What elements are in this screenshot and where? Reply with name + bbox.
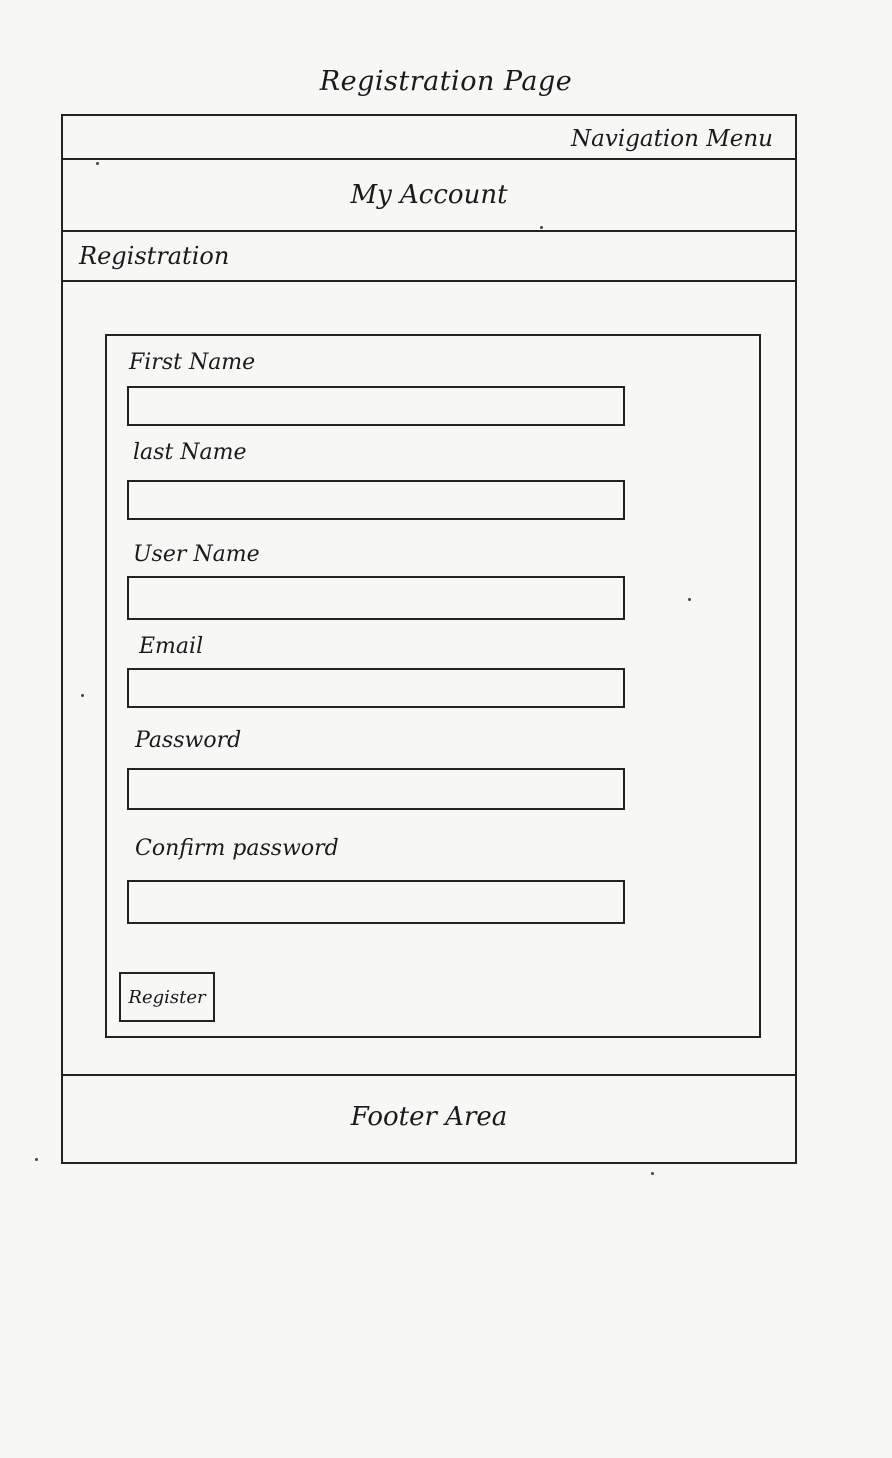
last-name-input[interactable] xyxy=(127,480,625,520)
navigation-bar: Navigation Menu xyxy=(63,114,795,158)
email-label: Email xyxy=(139,634,204,659)
register-button[interactable]: Register xyxy=(119,972,215,1022)
first-name-label: First Name xyxy=(129,350,256,375)
email-input[interactable] xyxy=(127,668,625,708)
confirm-password-label: Confirm password xyxy=(135,836,339,861)
last-name-label: last Name xyxy=(133,440,247,465)
paper-speck xyxy=(81,694,84,697)
user-name-input[interactable] xyxy=(127,576,625,620)
first-name-input[interactable] xyxy=(127,386,625,426)
navigation-menu[interactable]: Navigation Menu xyxy=(571,126,773,152)
account-title: My Account xyxy=(350,180,508,210)
registration-form: First Name last Name User Name Email Pas… xyxy=(105,334,761,1038)
wireframe-page: Navigation Menu My Account Registration … xyxy=(61,114,797,1164)
paper-speck xyxy=(651,1172,654,1175)
confirm-password-input[interactable] xyxy=(127,880,625,924)
paper-speck xyxy=(540,226,543,229)
page-title: Registration Page xyxy=(319,66,573,97)
user-name-label: User Name xyxy=(133,542,260,567)
account-header: My Account xyxy=(63,158,795,230)
paper-speck xyxy=(35,1158,38,1161)
section-title: Registration xyxy=(79,242,230,270)
password-input[interactable] xyxy=(127,768,625,810)
section-header: Registration xyxy=(63,230,795,280)
main-content: First Name last Name User Name Email Pas… xyxy=(63,280,795,1076)
password-label: Password xyxy=(135,728,242,753)
paper-speck xyxy=(96,162,99,165)
footer-area: Footer Area xyxy=(63,1074,795,1162)
footer-label: Footer Area xyxy=(350,1102,508,1132)
paper-speck xyxy=(688,598,691,601)
